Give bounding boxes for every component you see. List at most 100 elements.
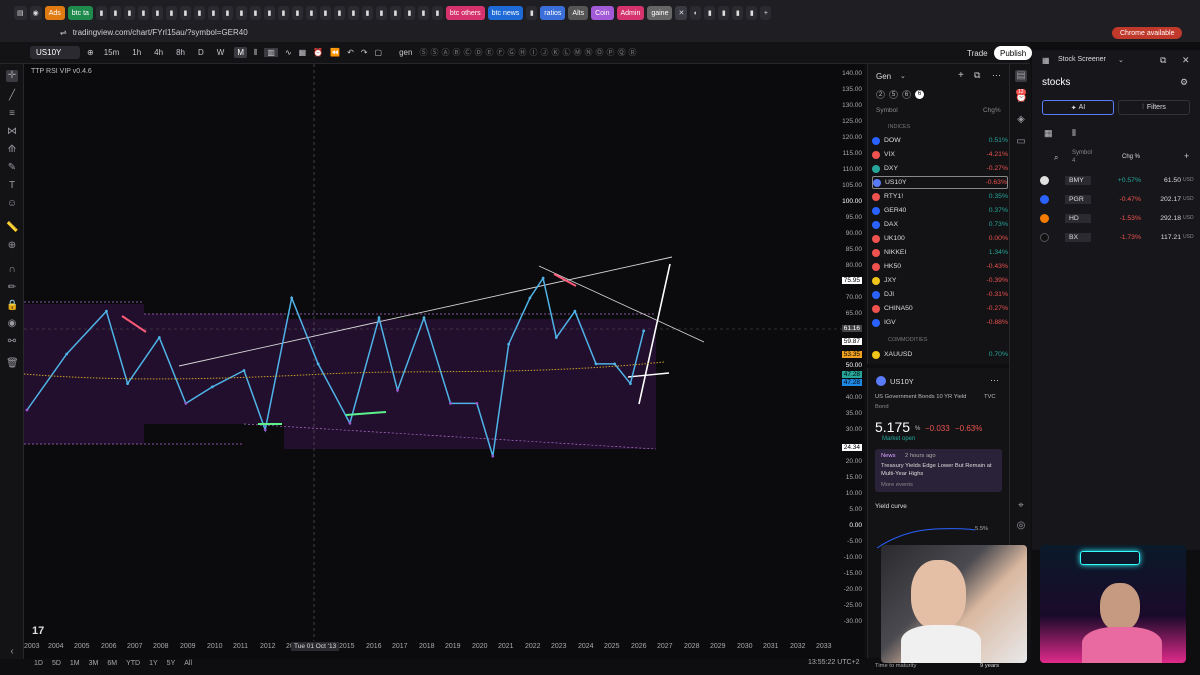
expand-icon[interactable]: ⧉ bbox=[1160, 55, 1166, 66]
chevron-down-icon[interactable]: ⌄ bbox=[1118, 56, 1124, 64]
watchlist-row[interactable]: XAUUSD 0.70% bbox=[872, 348, 1008, 361]
tab-icon[interactable]: ▮ bbox=[263, 6, 275, 20]
pattern-icon[interactable]: ⋈ bbox=[6, 126, 18, 138]
chart-clock[interactable]: 13:55:22 UTC+2 bbox=[808, 659, 860, 666]
projection-icon[interactable]: ⟰ bbox=[6, 144, 18, 156]
lock-drawing-icon[interactable]: ✏ bbox=[6, 282, 18, 294]
screener-row[interactable]: HD -1.53% 292.18 USD bbox=[1040, 210, 1196, 226]
range-1m[interactable]: 1M bbox=[70, 660, 80, 667]
tab-icon[interactable]: ▮ bbox=[193, 6, 205, 20]
rsi-chart-svg[interactable] bbox=[24, 64, 864, 641]
screener-title[interactable]: Stock Screener bbox=[1058, 56, 1106, 63]
tab-icon[interactable]: ▮ bbox=[137, 6, 149, 20]
range-1d[interactable]: 1D bbox=[34, 660, 43, 667]
watchlist-row[interactable]: IGV -0.88% bbox=[872, 316, 1008, 329]
link-icon[interactable]: ⚯ bbox=[6, 336, 18, 348]
address-bar[interactable]: ⇌ tradingview.com/chart/FYrl15au/?symbol… bbox=[60, 26, 910, 39]
tab-icon[interactable]: ▮ bbox=[526, 6, 538, 20]
tab-btc-news[interactable]: btc news bbox=[487, 6, 524, 20]
eye-icon[interactable]: ◉ bbox=[6, 318, 18, 330]
close-icon[interactable]: ✕ bbox=[1182, 55, 1190, 66]
tab-icon[interactable]: ▮ bbox=[109, 6, 121, 20]
close-icon[interactable]: ✕ bbox=[675, 6, 688, 20]
add-column-icon[interactable]: + bbox=[1184, 151, 1189, 161]
yield-curve-title[interactable]: Yield curve bbox=[875, 503, 907, 510]
tab-icon[interactable]: ▮ bbox=[95, 6, 107, 20]
tab-icon[interactable]: ▮ bbox=[375, 6, 387, 20]
tab-icon[interactable]: ▮ bbox=[291, 6, 303, 20]
range-3m[interactable]: 3M bbox=[89, 660, 99, 667]
tab-icon[interactable]: ▮ bbox=[221, 6, 233, 20]
screener-row[interactable]: PGR -0.47% 202.17 USD bbox=[1040, 191, 1196, 207]
interval-15m[interactable]: 15m bbox=[101, 47, 123, 58]
range-1y[interactable]: 1Y bbox=[149, 660, 158, 667]
section-indices[interactable]: INDICES bbox=[888, 124, 910, 130]
watchlist-row[interactable]: HK50 -0.43% bbox=[872, 260, 1008, 273]
interval-8h[interactable]: 8h bbox=[173, 47, 188, 58]
column-chg[interactable]: Chg % bbox=[1122, 154, 1140, 160]
toolbar-shortcuts[interactable]: ⓈⓈⒶⒷⒸⒹⒺⒻⒼⒽⒾⒿⓀⓁⓂⓃⓄⓅⓆⓇ bbox=[419, 47, 639, 58]
indicator-legend[interactable]: TTP RSI VIP v0.4.6 bbox=[31, 68, 92, 75]
chevron-down-icon[interactable]: ⌄ bbox=[900, 72, 906, 80]
symbol-search[interactable]: US10Y bbox=[30, 46, 80, 59]
trend-line-icon[interactable]: ╱ bbox=[6, 90, 18, 102]
tab-btc-ta[interactable]: btc ta bbox=[67, 6, 93, 20]
tab-icon[interactable]: ▮ bbox=[207, 6, 219, 20]
tab-icon[interactable]: ▮ bbox=[235, 6, 247, 20]
tab-icon[interactable]: ▮ bbox=[403, 6, 415, 20]
tab-icon[interactable]: ◐ bbox=[690, 6, 702, 20]
range-ytd[interactable]: YTD bbox=[126, 660, 140, 667]
redo-icon[interactable]: ↷ bbox=[361, 48, 368, 57]
interval-4h[interactable]: 4h bbox=[151, 47, 166, 58]
watchlist-row[interactable]: JXY -0.39% bbox=[872, 274, 1008, 287]
interval-w[interactable]: W bbox=[214, 47, 228, 58]
replay-icon[interactable]: ⏪ bbox=[330, 48, 340, 57]
lock-icon[interactable]: 🔒 bbox=[6, 300, 18, 312]
crosshair-icon[interactable]: ✛ bbox=[6, 70, 18, 82]
grid-icon[interactable]: ▦ bbox=[1044, 128, 1053, 139]
settings-icon[interactable]: ⚙ bbox=[1180, 77, 1188, 88]
watchlist-row[interactable]: DXY -0.27% bbox=[872, 162, 1008, 175]
emoji-icon[interactable]: ☺ bbox=[6, 198, 18, 210]
more-icon[interactable]: ⋯ bbox=[990, 375, 999, 386]
watchlist-tab[interactable]: 6 bbox=[902, 90, 911, 99]
magnet-icon[interactable]: ∩ bbox=[6, 264, 18, 276]
screener-row[interactable]: BMY +0.57% 61.50 USD bbox=[1040, 172, 1196, 188]
screener-row[interactable]: BX -1.73% 117.21 USD bbox=[1040, 229, 1196, 245]
column-symbol[interactable]: Symbol bbox=[876, 107, 898, 114]
watchlist-row[interactable]: UK100 0.00% bbox=[872, 232, 1008, 245]
chrome-update-badge[interactable]: Chrome available bbox=[1112, 27, 1183, 39]
tab-icon[interactable]: ▮ bbox=[704, 6, 716, 20]
tab-ratios[interactable]: ratios bbox=[540, 6, 566, 20]
interval-1h[interactable]: 1h bbox=[129, 47, 144, 58]
target-icon[interactable]: ◎ bbox=[1015, 520, 1027, 532]
news-card[interactable]: News 2 hours ago Treasury Yields Edge Lo… bbox=[875, 449, 1002, 492]
publish-button[interactable]: Publish bbox=[994, 46, 1033, 60]
watchlist-icon[interactable]: ▤ bbox=[1015, 70, 1027, 82]
range-all[interactable]: All bbox=[184, 660, 192, 667]
filters-button[interactable]: ⫶ Filters bbox=[1118, 100, 1190, 115]
candles-icon[interactable]: ▥ bbox=[264, 48, 278, 57]
watchlist-row[interactable]: DAX 0.73% bbox=[872, 218, 1008, 231]
columns-icon[interactable]: ⦀ bbox=[1072, 128, 1076, 139]
watchlist-row[interactable]: NIKKEI 1.34% bbox=[872, 246, 1008, 259]
trade-button[interactable]: Trade bbox=[960, 46, 995, 60]
detail-symbol[interactable]: US10Y bbox=[890, 377, 914, 386]
tab-icon[interactable]: ▤ bbox=[14, 6, 27, 20]
watchlist-row[interactable]: DJI -0.31% bbox=[872, 288, 1008, 301]
more-events-link[interactable]: More events bbox=[881, 482, 913, 488]
tab-icon[interactable]: ▮ bbox=[305, 6, 317, 20]
tab-icon[interactable]: ▮ bbox=[732, 6, 744, 20]
tab-icon[interactable]: ▮ bbox=[746, 6, 758, 20]
column-chg[interactable]: Chg% bbox=[983, 107, 1001, 114]
watchlist-row-selected[interactable]: US10Y -0.63% bbox=[872, 176, 1008, 189]
watchlist-row[interactable]: CHINA50 -0.27% bbox=[872, 302, 1008, 315]
new-tab-icon[interactable]: + bbox=[760, 6, 772, 20]
watchlist-row[interactable]: GER40 0.37% bbox=[872, 204, 1008, 217]
tab-icon[interactable]: ▮ bbox=[249, 6, 261, 20]
layers-icon[interactable]: ◈ bbox=[1015, 114, 1027, 126]
time-axis[interactable]: 2003 2004 2005 2006 2007 2008 2009 2010 … bbox=[24, 641, 864, 653]
watchlist-row[interactable]: DOW 0.51% bbox=[872, 134, 1008, 147]
watchlist-tab[interactable]: 5 bbox=[889, 90, 898, 99]
tab-icon[interactable]: ▮ bbox=[389, 6, 401, 20]
